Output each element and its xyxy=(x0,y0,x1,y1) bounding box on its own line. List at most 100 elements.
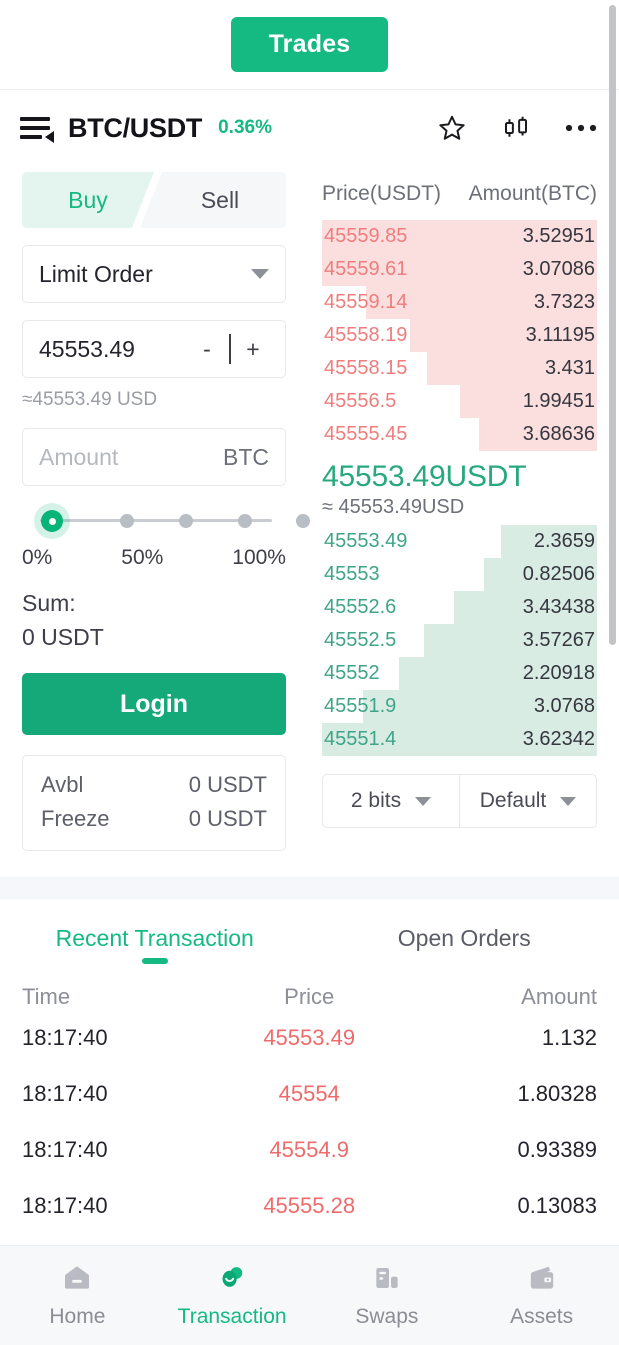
transaction-price: 45553.49 xyxy=(263,1025,356,1050)
assets-icon xyxy=(525,1262,559,1299)
transaction-table-header: Time Price Amount xyxy=(0,962,619,1010)
transaction-amount: 1.132 xyxy=(541,1025,597,1050)
freeze-value: 0 USDT xyxy=(188,806,267,831)
order-price: 45556.5 xyxy=(324,390,397,412)
slider-step-25[interactable] xyxy=(120,514,134,528)
candlestick-icon[interactable] xyxy=(501,113,531,143)
order-book-row[interactable]: 45559.14 3.7323 xyxy=(322,286,597,319)
nav-label-home: Home xyxy=(49,1305,106,1328)
nav-item-transaction[interactable]: Transaction xyxy=(155,1262,310,1329)
order-book-row[interactable]: 45559.85 3.52951 xyxy=(322,220,597,253)
order-type-select[interactable]: Limit Order xyxy=(22,245,286,303)
order-book-row[interactable]: 45552 2.20918 xyxy=(322,657,597,690)
trade-panel: Buy Sell Limit Order 45553.49 - + ≈45553… xyxy=(0,166,619,851)
pair-header: BTC/USDT 0.36% xyxy=(0,90,619,166)
order-book-header: Price(USDT) Amount(BTC) xyxy=(322,166,597,220)
order-book-row[interactable]: 45556.5 1.99451 xyxy=(322,385,597,418)
order-book-row[interactable]: 45558.15 3.431 xyxy=(322,352,597,385)
order-book-row[interactable]: 45555.45 3.68636 xyxy=(322,418,597,451)
order-book-row[interactable]: 45553 0.82506 xyxy=(322,558,597,591)
order-price: 45552 xyxy=(324,662,380,684)
section-divider xyxy=(0,877,619,899)
slider-step-50[interactable] xyxy=(179,514,193,528)
amount-percent-slider[interactable] xyxy=(22,508,310,534)
tab-buy[interactable]: Buy xyxy=(22,172,154,228)
precision-value: 2 bits xyxy=(350,789,402,812)
transaction-amount: 0.93389 xyxy=(517,1137,597,1162)
amount-unit-label: BTC xyxy=(223,443,269,470)
chevron-down-icon xyxy=(560,796,577,806)
more-dots-icon[interactable] xyxy=(565,122,597,134)
column-price: Price xyxy=(284,984,335,1009)
order-book-row[interactable]: 45558.19 3.11195 xyxy=(322,319,597,352)
star-icon[interactable] xyxy=(437,113,467,143)
slider-step-75[interactable] xyxy=(238,514,252,528)
freeze-label: Freeze xyxy=(41,806,110,831)
transaction-amount: 0.13083 xyxy=(517,1193,597,1218)
order-book-row[interactable]: 45553.49 2.3659 xyxy=(322,525,597,558)
slider-handle-0[interactable] xyxy=(41,510,63,532)
order-amount: 3.57267 xyxy=(522,629,595,651)
last-price-approx: ≈ 45553.49USD xyxy=(322,496,465,518)
nav-item-swaps[interactable]: Swaps xyxy=(310,1262,465,1329)
price-approx-value: ≈45553.49 USD xyxy=(22,389,158,410)
hamburger-icon[interactable] xyxy=(20,115,54,143)
amount-input-group[interactable]: Amount BTC xyxy=(22,428,286,486)
price-decrement-button[interactable]: - xyxy=(191,337,223,361)
amount-input-placeholder[interactable]: Amount xyxy=(39,444,118,471)
top-bar: Trades xyxy=(0,0,619,90)
nav-label-assets: Assets xyxy=(510,1305,574,1328)
order-amount: 1.99451 xyxy=(522,390,595,412)
slider-step-100[interactable] xyxy=(296,514,310,528)
transaction-list: 18:17:40 45553.49 1.132 18:17:40 45554 1.8032… xyxy=(0,1010,619,1234)
order-price: 45551.9 xyxy=(324,695,397,717)
order-book-row[interactable]: 45551.4 3.62342 xyxy=(322,723,597,756)
order-book-col-amount: Amount(BTC) xyxy=(468,182,597,205)
slider-label-min: 0% xyxy=(22,546,53,569)
transaction-time: 18:17:40 xyxy=(22,1025,108,1050)
sum-label: Sum: xyxy=(22,590,76,616)
order-amount: 3.7323 xyxy=(533,291,595,313)
tab-sell[interactable]: Sell xyxy=(140,172,286,228)
tab-open-orders[interactable]: Open Orders xyxy=(310,913,619,962)
order-book: Price(USDT) Amount(BTC) 45559.85 3.52951 4… xyxy=(310,166,619,851)
price-input[interactable]: 45553.49 xyxy=(39,336,135,363)
order-amount: 3.52951 xyxy=(522,225,595,247)
tab-recent-transaction[interactable]: Recent Transaction xyxy=(0,913,310,962)
order-price: 45555.45 xyxy=(324,423,408,445)
stepper-divider xyxy=(229,334,231,364)
nav-label-transaction: Transaction xyxy=(177,1305,287,1328)
pair-symbol[interactable]: BTC/USDT xyxy=(68,113,202,144)
price-stepper: - + xyxy=(191,334,269,364)
page-scrollbar[interactable] xyxy=(609,5,616,645)
table-row: 18:17:40 45554.9 0.93389 xyxy=(22,1122,597,1178)
price-increment-button[interactable]: + xyxy=(237,337,269,361)
transaction-price: 45555.28 xyxy=(263,1193,356,1218)
display-mode-select[interactable]: Default xyxy=(459,775,596,827)
transaction-tabs: Recent Transaction Open Orders xyxy=(0,899,619,962)
order-price: 45552.5 xyxy=(324,629,397,651)
trades-button[interactable]: Trades xyxy=(230,17,389,72)
transaction-icon xyxy=(215,1262,249,1299)
price-input-group[interactable]: 45553.49 - + xyxy=(22,320,286,378)
transaction-amount: 1.80328 xyxy=(517,1081,597,1106)
order-price: 45551.4 xyxy=(324,728,397,750)
balance-row-freeze: Freeze 0 USDT xyxy=(41,806,267,832)
order-book-row[interactable]: 45552.6 3.43438 xyxy=(322,591,597,624)
order-book-row[interactable]: 45551.9 3.0768 xyxy=(322,690,597,723)
nav-item-assets[interactable]: Assets xyxy=(464,1262,619,1329)
display-mode-value: Default xyxy=(479,789,547,812)
order-price: 45558.15 xyxy=(324,357,408,379)
precision-select[interactable]: 2 bits xyxy=(323,775,459,827)
order-type-value: Limit Order xyxy=(39,260,153,287)
order-book-col-price: Price(USDT) xyxy=(322,182,441,205)
order-amount: 3.0768 xyxy=(533,695,595,717)
order-book-row[interactable]: 45552.5 3.57267 xyxy=(322,624,597,657)
order-price: 45558.19 xyxy=(324,324,408,346)
login-button[interactable]: Login xyxy=(22,673,286,735)
order-amount: 2.3659 xyxy=(533,530,595,552)
order-book-row[interactable]: 45559.61 3.07086 xyxy=(322,253,597,286)
table-row: 18:17:40 45553.49 1.132 xyxy=(22,1010,597,1066)
order-form: Buy Sell Limit Order 45553.49 - + ≈45553… xyxy=(0,166,310,851)
nav-item-home[interactable]: Home xyxy=(0,1262,155,1329)
